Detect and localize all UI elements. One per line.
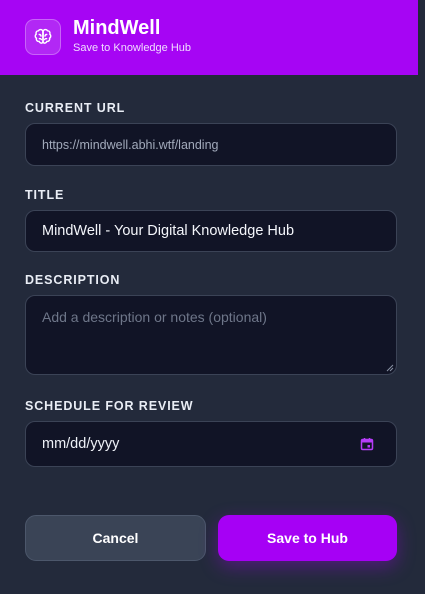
calendar-icon[interactable] — [360, 437, 374, 451]
description-placeholder: Add a description or notes (optional) — [42, 309, 267, 325]
current-url-label: CURRENT URL — [25, 101, 126, 115]
brain-icon — [34, 28, 52, 44]
app-title: MindWell — [73, 17, 161, 39]
review-date-placeholder: mm/dd/yyyy — [42, 436, 120, 452]
header-bar: MindWell Save to Knowledge Hub — [0, 0, 418, 75]
description-textarea[interactable]: Add a description or notes (optional) — [25, 295, 397, 375]
cancel-button[interactable]: Cancel — [25, 515, 206, 561]
current-url-value: https://mindwell.abhi.wtf/landing — [42, 137, 219, 152]
title-value: MindWell - Your Digital Knowledge Hub — [42, 223, 295, 239]
title-label: TITLE — [25, 188, 65, 202]
current-url-field[interactable]: https://mindwell.abhi.wtf/landing — [25, 123, 397, 166]
resize-grip-icon[interactable] — [386, 364, 394, 372]
title-input[interactable]: MindWell - Your Digital Knowledge Hub — [25, 210, 397, 252]
logo-badge — [25, 19, 61, 55]
review-label: SCHEDULE FOR REVIEW — [25, 399, 194, 413]
save-to-hub-button[interactable]: Save to Hub — [218, 515, 397, 561]
description-label: DESCRIPTION — [25, 273, 121, 287]
app-subtitle: Save to Knowledge Hub — [73, 42, 192, 54]
popup-window: MindWell Save to Knowledge Hub CURRENT U… — [0, 0, 425, 594]
review-date-input[interactable]: mm/dd/yyyy — [25, 421, 397, 467]
